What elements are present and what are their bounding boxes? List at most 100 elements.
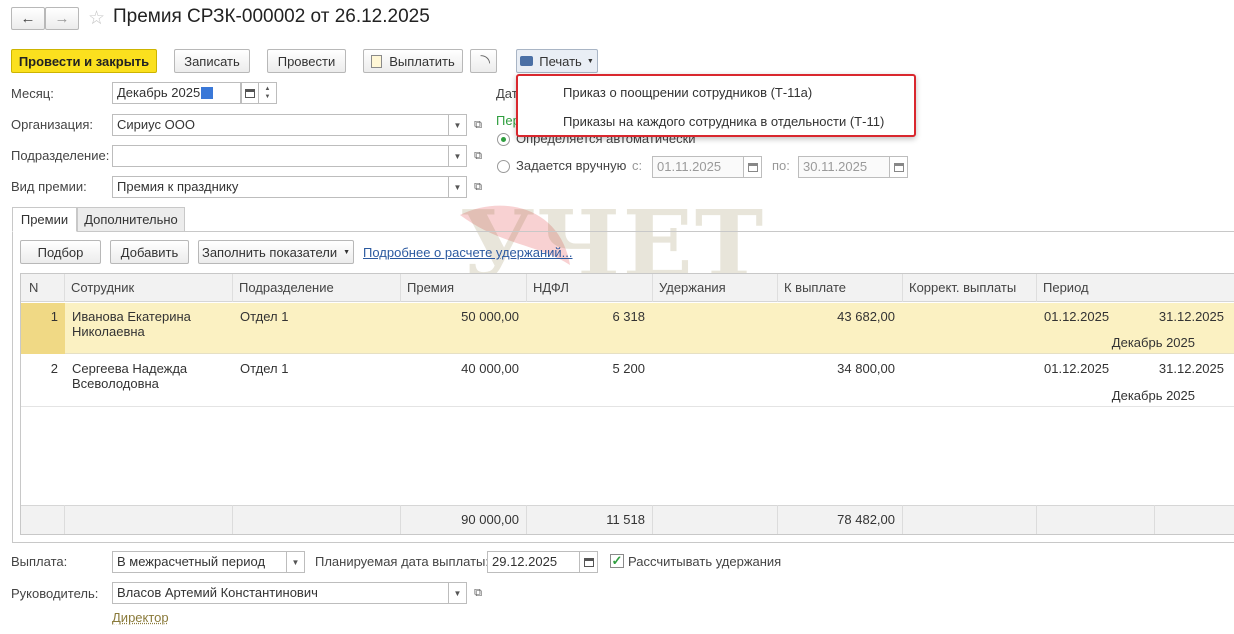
- print-menu-item-t11a[interactable]: Приказ о поощрении сотрудников (Т-11а): [518, 78, 918, 106]
- total-to-pay: 78 482,00: [837, 512, 895, 527]
- arrow-right-icon: →: [54, 10, 70, 27]
- period-to-input[interactable]: 30.11.2025: [798, 156, 890, 178]
- fill-indicators-button[interactable]: Заполнить показатели ▼: [198, 240, 354, 264]
- selection-marker-icon: [201, 87, 214, 99]
- column-header-bonus[interactable]: Премия: [401, 274, 527, 302]
- chevron-down-icon: ▼: [453, 182, 462, 192]
- manager-position-link[interactable]: Директор: [112, 610, 169, 625]
- ndfl-cell: 6 318: [612, 309, 645, 324]
- bonus-cell: 50 000,00: [461, 309, 519, 324]
- date-label: Дат: [496, 86, 518, 101]
- planned-date-calendar[interactable]: [580, 551, 598, 573]
- post-button[interactable]: Провести: [267, 49, 346, 73]
- department-cell: Отдел 1: [240, 309, 289, 324]
- column-header-deductions[interactable]: Удержания: [653, 274, 778, 302]
- ndfl-cell: 5 200: [612, 361, 645, 376]
- radio-auto[interactable]: [497, 133, 510, 146]
- month-value: Декабрь 2025: [117, 85, 201, 100]
- month-spinner[interactable]: ▲ ▼: [259, 82, 277, 104]
- row-number: 2: [50, 361, 58, 376]
- bonus-type-input[interactable]: Премия к празднику: [112, 176, 449, 198]
- calendar-icon: [893, 162, 904, 172]
- pay-label: Выплатить: [389, 53, 455, 69]
- star-icon[interactable]: ☆: [88, 7, 105, 30]
- column-header-ndfl[interactable]: НДФЛ: [527, 274, 653, 302]
- row-number: 1: [50, 309, 58, 324]
- employee-name-line2: Николаевна: [72, 324, 145, 339]
- organization-input[interactable]: Сириус ООО: [112, 114, 449, 136]
- period-to-cell: 31.12.2025: [1158, 309, 1224, 324]
- total-ndfl: 11 518: [606, 512, 645, 527]
- department-dropdown[interactable]: ▼: [449, 145, 467, 167]
- organization-dropdown[interactable]: ▼: [449, 114, 467, 136]
- calc-deductions-checkbox[interactable]: ✓: [610, 554, 624, 568]
- organization-label: Организация:: [11, 117, 94, 132]
- to-pay-cell: 43 682,00: [837, 309, 895, 324]
- organization-open-icon[interactable]: ⧉: [469, 114, 487, 136]
- month-label: Месяц:: [11, 86, 54, 101]
- planned-date-input[interactable]: 29.12.2025: [487, 551, 580, 573]
- period-from-cell: 01.12.2025: [1044, 361, 1110, 376]
- chevron-down-icon: ▼: [453, 151, 462, 161]
- attach-button[interactable]: ⌒: [470, 49, 497, 73]
- payout-label: Выплата:: [11, 554, 68, 569]
- period-to-cell: 31.12.2025: [1158, 361, 1224, 376]
- column-header-payment-correction[interactable]: Коррект. выплаты: [903, 274, 1037, 302]
- calc-deductions-label: Рассчитывать удержания: [628, 554, 782, 569]
- calendar-icon: [245, 88, 255, 98]
- arrow-left-icon: ←: [20, 10, 36, 27]
- from-label: с:: [632, 158, 643, 173]
- period-month-cell: Декабрь 2025: [1111, 388, 1195, 403]
- planned-date-label: Планируемая дата выплаты:: [315, 554, 489, 569]
- print-menu-item-t11[interactable]: Приказы на каждого сотрудника в отдельно…: [518, 107, 918, 135]
- department-input[interactable]: [112, 145, 449, 167]
- spin-down-icon: ▼: [264, 94, 271, 100]
- document-icon: [371, 54, 383, 68]
- payout-input[interactable]: В межрасчетный период: [112, 551, 287, 573]
- period-from-cell: 01.12.2025: [1044, 309, 1110, 324]
- period-from-input[interactable]: 01.11.2025: [652, 156, 744, 178]
- bonus-cell: 40 000,00: [461, 361, 519, 376]
- department-open-icon[interactable]: ⧉: [469, 145, 487, 167]
- bonus-type-dropdown[interactable]: ▼: [449, 176, 467, 198]
- period-from-calendar[interactable]: [744, 156, 762, 178]
- tab-bonuses[interactable]: Премии: [12, 207, 77, 232]
- save-button[interactable]: Записать: [174, 49, 250, 73]
- spin-up-icon: ▲: [264, 86, 271, 92]
- bonus-type-open-icon[interactable]: ⧉: [469, 176, 487, 198]
- select-button[interactable]: Подбор: [20, 240, 101, 264]
- period-month-cell: Декабрь 2025: [1111, 335, 1195, 350]
- to-pay-cell: 34 800,00: [837, 361, 895, 376]
- total-bonus: 90 000,00: [461, 512, 519, 527]
- column-header-employee[interactable]: Сотрудник: [65, 274, 233, 302]
- calendar-button[interactable]: [241, 82, 259, 104]
- forward-button[interactable]: →: [45, 7, 79, 30]
- tab-additional[interactable]: Дополнительно: [77, 207, 185, 232]
- chevron-down-icon: ▼: [453, 588, 462, 598]
- back-button[interactable]: ←: [11, 7, 45, 30]
- chevron-down-icon: ▼: [586, 57, 594, 65]
- chevron-down-icon: ▼: [291, 557, 300, 567]
- deductions-details-link[interactable]: Подробнее о расчете удержаний...: [363, 245, 573, 260]
- add-button[interactable]: Добавить: [110, 240, 189, 264]
- radio-manual[interactable]: [497, 160, 510, 173]
- manager-dropdown[interactable]: ▼: [449, 582, 467, 604]
- period-to-calendar[interactable]: [890, 156, 908, 178]
- department-cell: Отдел 1: [240, 361, 289, 376]
- post-and-close-button[interactable]: Провести и закрыть: [11, 49, 157, 73]
- print-button[interactable]: Печать ▼: [516, 49, 598, 73]
- radio-manual-label: Задается вручную: [516, 158, 627, 173]
- pay-button[interactable]: Выплатить: [363, 49, 463, 73]
- manager-open-icon[interactable]: ⧉: [469, 582, 487, 604]
- column-header-department[interactable]: Подразделение: [233, 274, 401, 302]
- to-label: по:: [772, 158, 790, 173]
- column-header-period[interactable]: Период: [1037, 274, 1234, 302]
- calendar-icon: [583, 557, 594, 567]
- column-header-to-pay[interactable]: К выплате: [778, 274, 903, 302]
- print-menu: Приказ о поощрении сотрудников (Т-11а) П…: [516, 74, 916, 137]
- bonus-type-label: Вид премии:: [11, 179, 87, 194]
- column-header-n[interactable]: N: [21, 274, 65, 302]
- month-input[interactable]: Декабрь 2025: [112, 82, 241, 104]
- manager-input[interactable]: Власов Артемий Константинович: [112, 582, 449, 604]
- payout-dropdown[interactable]: ▼: [287, 551, 305, 573]
